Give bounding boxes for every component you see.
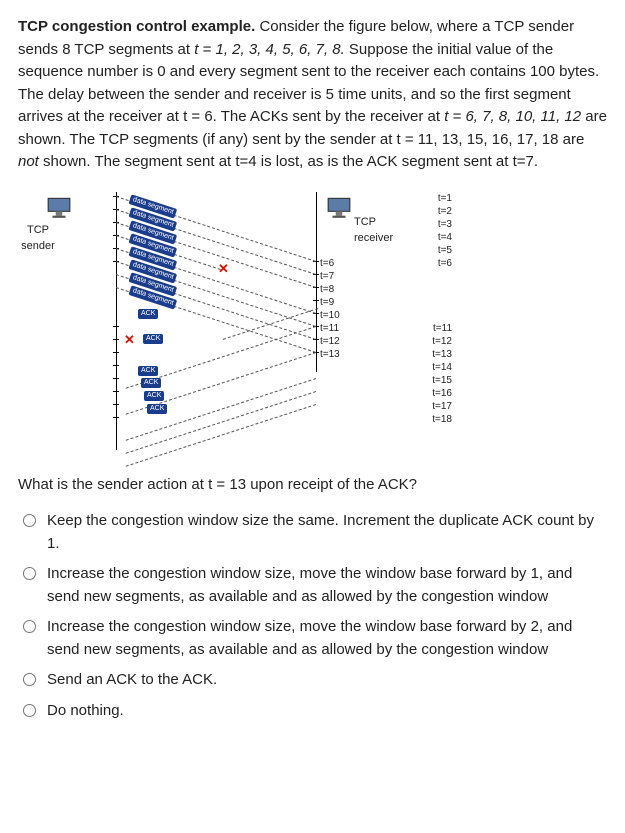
option-5-radio[interactable] [23, 704, 36, 717]
option-2[interactable]: Increase the congestion window size, mov… [18, 563, 607, 608]
tcp-diagram: TCP sender TCP receiver t=1 t=2 t=3 t=4 … [58, 186, 458, 456]
segment-lost-icon: ✕ [218, 262, 229, 275]
option-2-radio[interactable] [23, 567, 36, 580]
question-prompt: What is the sender action at t = 13 upon… [18, 474, 607, 497]
option-5[interactable]: Do nothing. [18, 700, 607, 723]
option-5-label[interactable]: Do nothing. [47, 700, 607, 723]
option-4-label[interactable]: Send an ACK to the ACK. [47, 669, 607, 692]
option-1-label[interactable]: Keep the congestion window size the same… [47, 510, 607, 555]
answer-options: Keep the congestion window size the same… [18, 510, 607, 722]
option-1-radio[interactable] [23, 514, 36, 527]
option-2-label[interactable]: Increase the congestion window size, mov… [47, 563, 607, 608]
option-3[interactable]: Increase the congestion window size, mov… [18, 616, 607, 661]
option-1[interactable]: Keep the congestion window size the same… [18, 510, 607, 555]
sender-label: TCP sender [16, 222, 60, 255]
option-3-radio[interactable] [23, 620, 36, 633]
option-4[interactable]: Send an ACK to the ACK. [18, 669, 607, 692]
sender-computer-icon [46, 196, 72, 218]
option-3-label[interactable]: Increase the congestion window size, mov… [47, 616, 607, 661]
problem-statement: TCP congestion control example. Consider… [18, 16, 607, 174]
option-4-radio[interactable] [23, 673, 36, 686]
problem-title: TCP congestion control example. [18, 18, 255, 35]
ack-lost-icon: ✕ [124, 333, 135, 346]
